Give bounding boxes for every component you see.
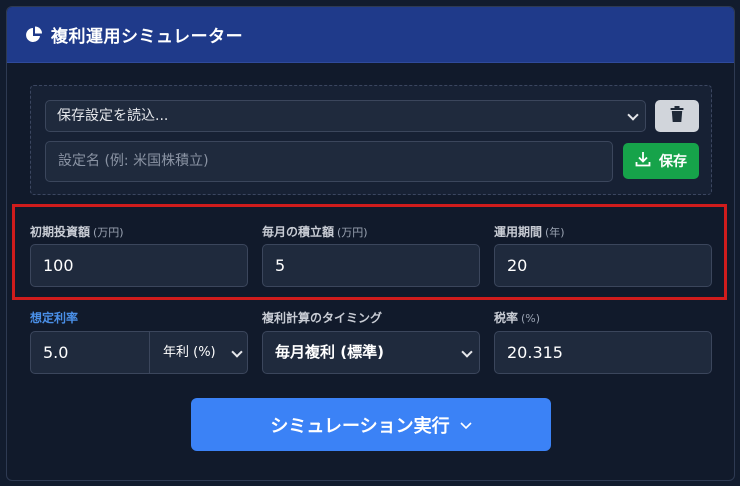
preset-select[interactable]: 保存設定を読込...	[45, 100, 646, 132]
simulator-card: 複利運用シミュレーター 保存設定を読込... 設定名 (例: 米国株積立) 保存…	[6, 6, 735, 481]
chevron-down-icon	[231, 346, 243, 358]
preset-name-placeholder: 設定名 (例: 米国株積立)	[58, 153, 209, 169]
preset-select-value: 保存設定を読込...	[57, 108, 169, 124]
run-simulation-button[interactable]: シミュレーション実行	[191, 398, 551, 451]
compound-timing-label: 複利計算のタイミング	[262, 311, 383, 325]
tax-rate-input[interactable]: 20.315	[494, 331, 712, 374]
interest-rate-input[interactable]: 5.0	[30, 331, 150, 374]
trash-icon	[670, 106, 684, 126]
save-preset-button[interactable]: 保存	[623, 143, 699, 179]
chevron-down-icon	[627, 109, 639, 121]
save-label: 保存	[659, 154, 687, 170]
preset-name-input[interactable]: 設定名 (例: 米国株積立)	[45, 141, 613, 182]
run-simulation-label: シミュレーション実行	[270, 415, 450, 437]
tax-rate-label: 税率 (%)	[494, 311, 541, 325]
period-input[interactable]: 20	[494, 244, 712, 287]
pie-chart-icon	[25, 26, 43, 44]
page-title: 複利運用シミュレーター	[51, 27, 244, 47]
interest-rate-label: 想定利率	[30, 311, 79, 325]
initial-investment-input[interactable]: 100	[30, 244, 248, 287]
card-header: 複利運用シミュレーター	[7, 7, 734, 63]
chevron-down-icon	[461, 346, 473, 358]
monthly-contribution-input[interactable]: 5	[262, 244, 480, 287]
preset-panel: 保存設定を読込... 設定名 (例: 米国株積立) 保存	[30, 85, 712, 195]
chevron-down-icon	[460, 414, 472, 435]
monthly-contribution-label: 毎月の積立額 (万円)	[262, 225, 368, 239]
compound-timing-select[interactable]: 毎月複利 (標準)	[262, 331, 480, 374]
download-icon	[635, 151, 651, 171]
delete-preset-button[interactable]	[655, 100, 699, 132]
initial-investment-label: 初期投資額 (万円)	[30, 225, 124, 239]
period-label: 運用期間 (年)	[494, 225, 565, 239]
rate-type-select[interactable]: 年利 (%)	[149, 331, 248, 374]
